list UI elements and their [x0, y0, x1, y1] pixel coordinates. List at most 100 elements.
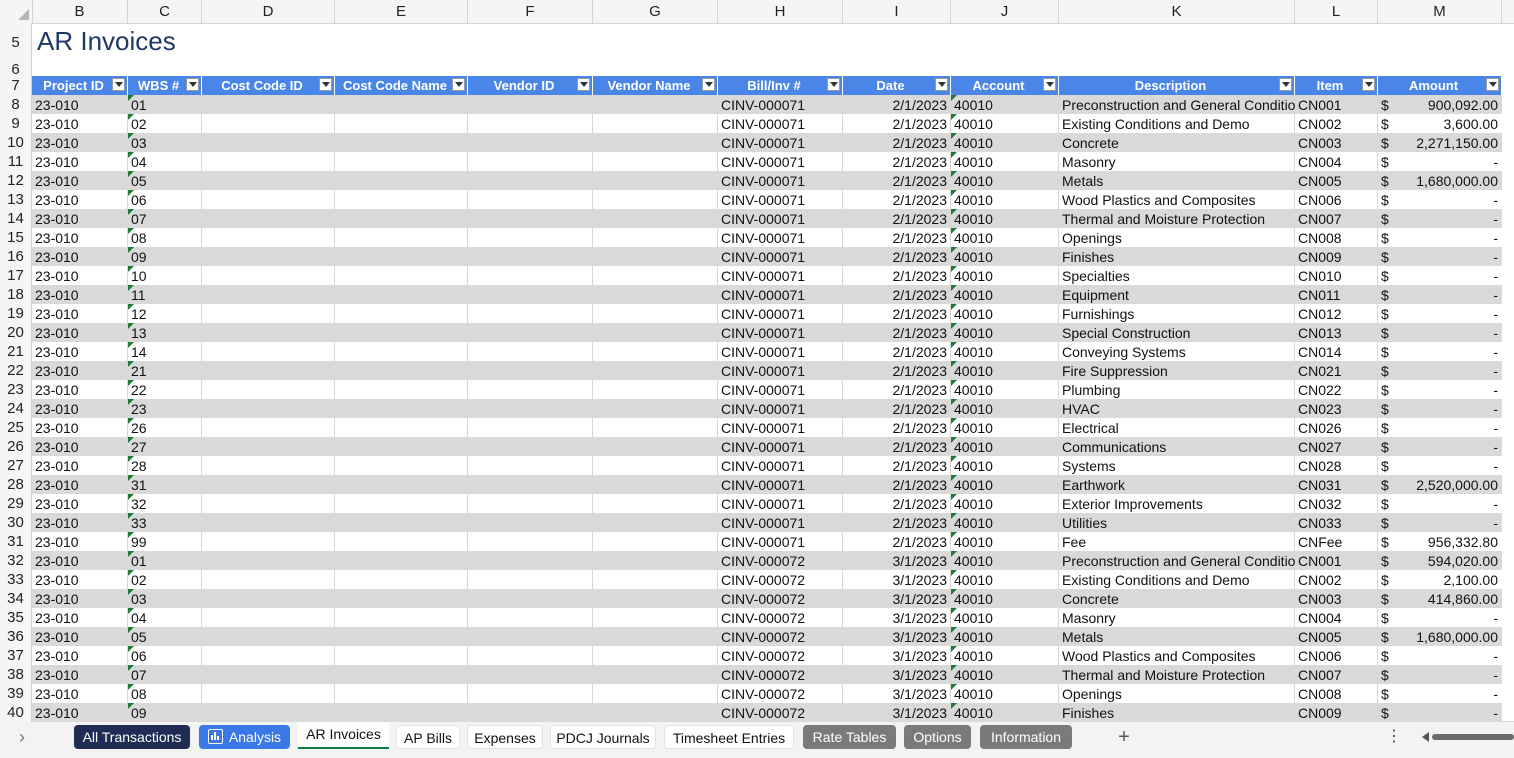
- cell-item[interactable]: CN001: [1295, 551, 1378, 570]
- cell-description[interactable]: Conveying Systems: [1059, 342, 1295, 361]
- cell-amount[interactable]: -: [1378, 361, 1502, 380]
- cell-wbs[interactable]: 05: [128, 627, 202, 646]
- cell-amount[interactable]: -: [1378, 494, 1502, 513]
- cell-project-id[interactable]: 23-010: [32, 247, 128, 266]
- cell-item[interactable]: CN027: [1295, 437, 1378, 456]
- cell-description[interactable]: Earthwork: [1059, 475, 1295, 494]
- cell-amount[interactable]: 1,680,000.00: [1378, 627, 1502, 646]
- column-header-d[interactable]: D: [202, 0, 335, 23]
- cell-account[interactable]: 40010: [951, 418, 1059, 437]
- cell-wbs[interactable]: 06: [128, 190, 202, 209]
- cell-date[interactable]: 2/1/2023: [843, 304, 951, 323]
- cell-wbs[interactable]: 27: [128, 437, 202, 456]
- row-number[interactable]: 9: [0, 114, 32, 133]
- cell-project-id[interactable]: 23-010: [32, 684, 128, 703]
- cell-amount[interactable]: -: [1378, 152, 1502, 171]
- cell-project-id[interactable]: 23-010: [32, 323, 128, 342]
- column-header-m[interactable]: M: [1378, 0, 1502, 23]
- cell-description[interactable]: Openings: [1059, 684, 1295, 703]
- cell-date[interactable]: 2/1/2023: [843, 190, 951, 209]
- cell-project-id[interactable]: 23-010: [32, 703, 128, 722]
- cell-project-id[interactable]: 23-010: [32, 456, 128, 475]
- cell-amount[interactable]: 414,860.00: [1378, 589, 1502, 608]
- cell-account[interactable]: 40010: [951, 190, 1059, 209]
- cell-project-id[interactable]: 23-010: [32, 285, 128, 304]
- cell-bill-inv[interactable]: CINV-000072: [718, 684, 843, 703]
- cell-wbs[interactable]: 22: [128, 380, 202, 399]
- cell-date[interactable]: 2/1/2023: [843, 532, 951, 551]
- cell-project-id[interactable]: 23-010: [32, 475, 128, 494]
- filter-dropdown-icon[interactable]: [452, 78, 465, 91]
- cell-amount[interactable]: -: [1378, 342, 1502, 361]
- cell-item[interactable]: CN008: [1295, 228, 1378, 247]
- row-number[interactable]: 18: [0, 285, 32, 304]
- add-sheet-button[interactable]: +: [1112, 725, 1136, 749]
- cell-bill-inv[interactable]: CINV-000071: [718, 247, 843, 266]
- cell-account[interactable]: 40010: [951, 437, 1059, 456]
- cell-description[interactable]: Specialties: [1059, 266, 1295, 285]
- row-number[interactable]: 36: [0, 627, 32, 646]
- filter-dropdown-icon[interactable]: [1043, 78, 1056, 91]
- cell-wbs[interactable]: 02: [128, 114, 202, 133]
- cell-item[interactable]: CN007: [1295, 209, 1378, 228]
- cell-amount[interactable]: -: [1378, 418, 1502, 437]
- cell-date[interactable]: 3/1/2023: [843, 665, 951, 684]
- cell-account[interactable]: 40010: [951, 380, 1059, 399]
- cell-account[interactable]: 40010: [951, 646, 1059, 665]
- cell-account[interactable]: 40010: [951, 608, 1059, 627]
- cell-bill-inv[interactable]: CINV-000071: [718, 190, 843, 209]
- cell-project-id[interactable]: 23-010: [32, 152, 128, 171]
- row-number[interactable]: 15: [0, 228, 32, 247]
- cell-wbs[interactable]: 05: [128, 171, 202, 190]
- cell-item[interactable]: CN002: [1295, 570, 1378, 589]
- cell-amount[interactable]: -: [1378, 437, 1502, 456]
- row-number[interactable]: 26: [0, 437, 32, 456]
- more-options-icon[interactable]: ⋮: [1384, 725, 1404, 749]
- cell-wbs[interactable]: 14: [128, 342, 202, 361]
- cell-amount[interactable]: -: [1378, 304, 1502, 323]
- cell-account[interactable]: 40010: [951, 266, 1059, 285]
- cell-account[interactable]: 40010: [951, 133, 1059, 152]
- cell-date[interactable]: 3/1/2023: [843, 570, 951, 589]
- cell-date[interactable]: 2/1/2023: [843, 95, 951, 114]
- cell-account[interactable]: 40010: [951, 114, 1059, 133]
- cell-description[interactable]: Systems: [1059, 456, 1295, 475]
- cell-item[interactable]: CN012: [1295, 304, 1378, 323]
- filter-dropdown-icon[interactable]: [577, 78, 590, 91]
- cell-item[interactable]: CN003: [1295, 133, 1378, 152]
- cell-account[interactable]: 40010: [951, 323, 1059, 342]
- column-header-f[interactable]: F: [468, 0, 593, 23]
- cell-description[interactable]: Concrete: [1059, 589, 1295, 608]
- cell-account[interactable]: 40010: [951, 513, 1059, 532]
- cell-bill-inv[interactable]: CINV-000072: [718, 551, 843, 570]
- cell-item[interactable]: CN006: [1295, 646, 1378, 665]
- cell-description[interactable]: Thermal and Moisture Protection: [1059, 209, 1295, 228]
- horizontal-scrollbar[interactable]: [1422, 730, 1514, 742]
- filter-dropdown-icon[interactable]: [319, 78, 332, 91]
- row-number[interactable]: 25: [0, 418, 32, 437]
- cell-bill-inv[interactable]: CINV-000071: [718, 304, 843, 323]
- row-number[interactable]: 24: [0, 399, 32, 418]
- cell-account[interactable]: 40010: [951, 304, 1059, 323]
- row-number[interactable]: 29: [0, 494, 32, 513]
- row-number[interactable]: 13: [0, 190, 32, 209]
- cell-account[interactable]: 40010: [951, 209, 1059, 228]
- cell-account[interactable]: 40010: [951, 703, 1059, 722]
- column-header-l[interactable]: L: [1295, 0, 1378, 23]
- filter-dropdown-icon[interactable]: [935, 78, 948, 91]
- cell-bill-inv[interactable]: CINV-000071: [718, 323, 843, 342]
- row-number[interactable]: 11: [0, 152, 32, 171]
- cell-description[interactable]: Concrete: [1059, 133, 1295, 152]
- cell-amount[interactable]: -: [1378, 513, 1502, 532]
- cell-wbs[interactable]: 03: [128, 589, 202, 608]
- cell-wbs[interactable]: 26: [128, 418, 202, 437]
- cell-date[interactable]: 2/1/2023: [843, 361, 951, 380]
- cell-description[interactable]: Exterior Improvements: [1059, 494, 1295, 513]
- cell-wbs[interactable]: 08: [128, 228, 202, 247]
- row-number[interactable]: 8: [0, 95, 32, 114]
- cell-item[interactable]: CN008: [1295, 684, 1378, 703]
- cell-description[interactable]: Special Construction: [1059, 323, 1295, 342]
- cell-bill-inv[interactable]: CINV-000071: [718, 418, 843, 437]
- row-number[interactable]: 35: [0, 608, 32, 627]
- cell-description[interactable]: Plumbing: [1059, 380, 1295, 399]
